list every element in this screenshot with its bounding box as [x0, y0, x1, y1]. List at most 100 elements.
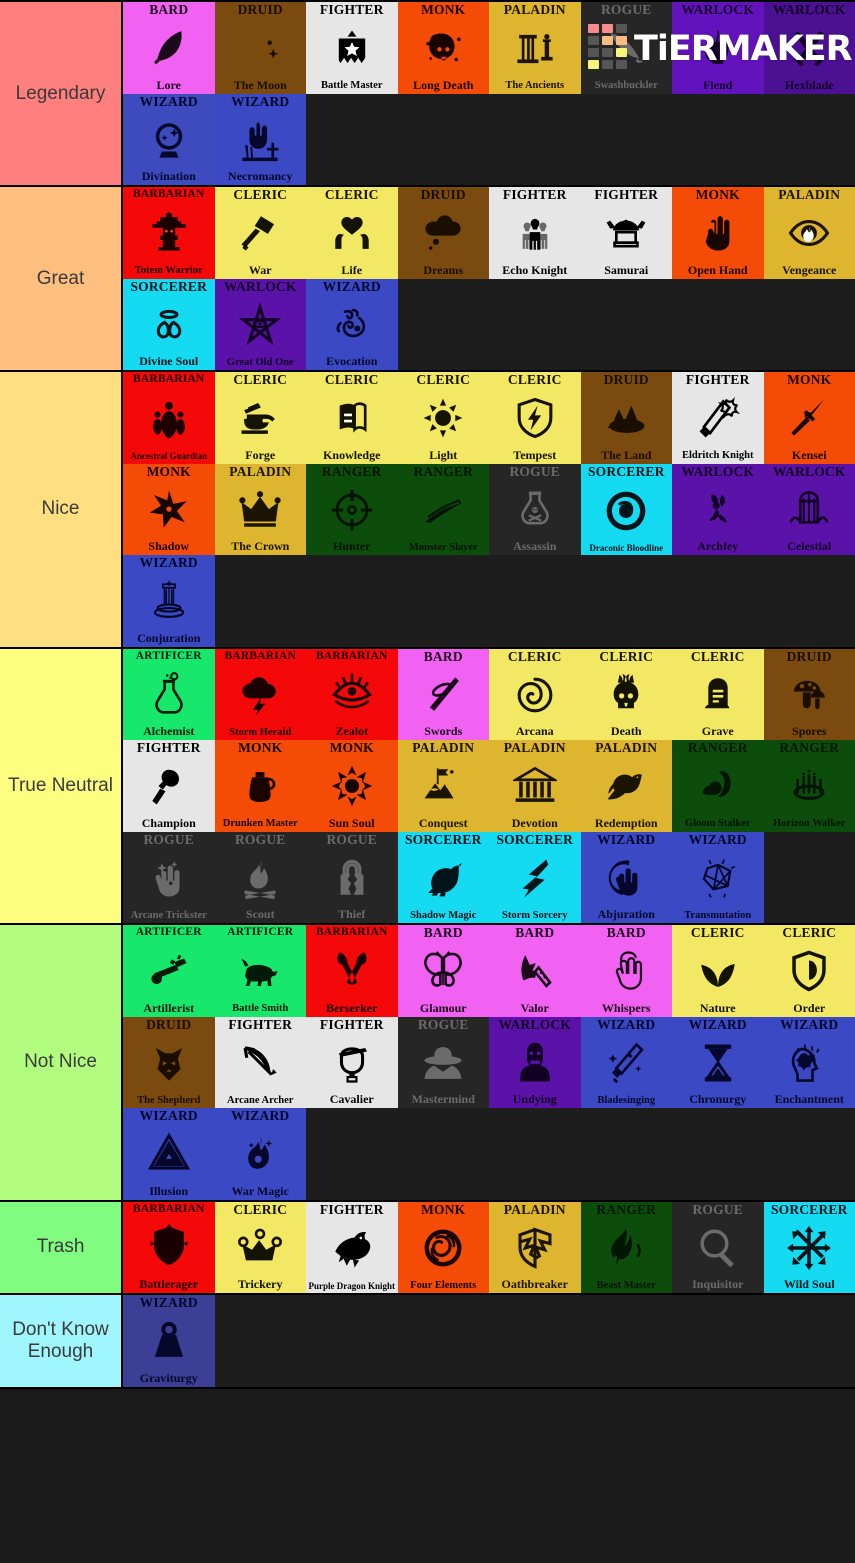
- subclass-card[interactable]: WIZARD Transmutation: [672, 831, 764, 923]
- tier-label-true-neutral[interactable]: True Neutral: [0, 648, 123, 923]
- subclass-card[interactable]: WIZARD Chronurgy: [672, 1016, 764, 1108]
- subclass-card[interactable]: FIGHTER Cavalier: [306, 1016, 398, 1108]
- subclass-card[interactable]: ARTIFICER Battle Smith: [214, 925, 306, 1017]
- subclass-card[interactable]: ROGUE Inquisitor: [672, 1201, 764, 1293]
- subclass-card[interactable]: WARLOCK Celestial: [763, 463, 855, 555]
- subclass-card[interactable]: FIGHTER Echo Knight: [489, 187, 581, 279]
- subclass-card[interactable]: BARD Lore: [123, 2, 215, 94]
- subclass-card[interactable]: WIZARD Conjuration: [123, 555, 215, 647]
- subclass-card[interactable]: PALADIN Conquest: [397, 740, 489, 832]
- subclass-card[interactable]: DRUID Dreams: [397, 187, 489, 279]
- subclass-card[interactable]: FIGHTER Arcane Archer: [214, 1016, 306, 1108]
- subclass-card[interactable]: BARBARIAN Battlerager: [123, 1201, 215, 1293]
- subclass-card[interactable]: ROGUE Swashbuckler: [580, 2, 672, 94]
- subclass-card[interactable]: WIZARD Abjuration: [580, 831, 673, 923]
- subclass-card[interactable]: WIZARD Graviturgy: [123, 1295, 215, 1387]
- subclass-card[interactable]: FIGHTER Battle Master: [306, 2, 398, 94]
- subclass-card[interactable]: FIGHTER Purple Dragon Knight: [306, 1201, 398, 1293]
- subclass-card[interactable]: BARBARIAN Ancestral Guardian: [123, 372, 215, 464]
- subclass-card[interactable]: DRUID The Moon: [214, 2, 306, 94]
- subclass-card[interactable]: DRUID Spores: [763, 648, 855, 740]
- subclass-card[interactable]: ARTIFICER Artillerist: [123, 925, 215, 1017]
- subclass-card[interactable]: BARBARIAN Zealot: [306, 648, 398, 740]
- subclass-card[interactable]: WARLOCK Archfey: [672, 463, 764, 555]
- subclass-card[interactable]: WIZARD War Magic: [214, 1108, 306, 1200]
- subclass-card[interactable]: ROGUE Assassin: [489, 463, 581, 555]
- subclass-card[interactable]: MONK Sun Soul: [306, 740, 398, 832]
- subclass-card[interactable]: ROGUE Arcane Trickster: [123, 831, 215, 923]
- subclass-card[interactable]: DRUID The Shepherd: [123, 1016, 215, 1108]
- subclass-card[interactable]: RANGER Monster Slayer: [397, 463, 489, 555]
- subclass-card[interactable]: RANGER Gloom Stalker: [672, 740, 764, 832]
- subclass-card[interactable]: WIZARD Evocation: [306, 278, 398, 370]
- subclass-card[interactable]: CLERIC Tempest: [489, 372, 581, 464]
- tier-label-nice[interactable]: Nice: [0, 372, 123, 647]
- subclass-card[interactable]: WARLOCK Fiend: [672, 2, 764, 94]
- subclass-card[interactable]: MONK Open Hand: [672, 187, 764, 279]
- subclass-card[interactable]: RANGER Horizon Walker: [763, 740, 855, 832]
- subclass-card[interactable]: WIZARD Illusion: [123, 1108, 215, 1200]
- subclass-card[interactable]: BARD Swords: [397, 648, 489, 740]
- subclass-card[interactable]: BARD Valor: [489, 925, 581, 1017]
- subclass-card[interactable]: ROGUE Thief: [306, 831, 398, 923]
- subclass-card[interactable]: FIGHTER Champion: [123, 740, 215, 832]
- subclass-card[interactable]: WIZARD Divination: [123, 93, 215, 185]
- tier-label-not-nice[interactable]: Not Nice: [0, 925, 123, 1200]
- subclass-card[interactable]: PALADIN The Ancients: [489, 2, 581, 94]
- subclass-card[interactable]: PALADIN Vengeance: [763, 187, 855, 279]
- subclass-card[interactable]: ROGUE Mastermind: [397, 1016, 489, 1108]
- subclass-card[interactable]: SORCERER Draconic Bloodline: [580, 463, 672, 555]
- card-subclass-name: Bladesinging: [597, 1094, 656, 1106]
- subclass-card[interactable]: CLERIC Forge: [214, 372, 306, 464]
- subclass-card[interactable]: WIZARD Necromancy: [214, 93, 306, 185]
- subclass-card[interactable]: MONK Drunken Master: [214, 740, 306, 832]
- subclass-card[interactable]: CLERIC Knowledge: [306, 372, 398, 464]
- subclass-card[interactable]: CLERIC Death: [580, 648, 672, 740]
- subclass-card[interactable]: CLERIC Light: [397, 372, 489, 464]
- subclass-card[interactable]: RANGER Beast Master: [580, 1201, 672, 1293]
- subclass-card[interactable]: SORCERER Shadow Magic: [397, 831, 489, 923]
- subclass-card[interactable]: MONK Four Elements: [397, 1201, 489, 1293]
- subclass-card[interactable]: PALADIN Devotion: [489, 740, 581, 832]
- subclass-card[interactable]: MONK Kensei: [763, 372, 855, 464]
- subclass-card[interactable]: WARLOCK Great Old One: [214, 278, 306, 370]
- subclass-card[interactable]: SORCERER Storm Sorcery: [489, 831, 581, 923]
- subclass-card[interactable]: BARD Glamour: [397, 925, 490, 1017]
- subclass-card[interactable]: FIGHTER Eldritch Knight: [672, 372, 764, 464]
- subclass-card[interactable]: PALADIN The Crown: [214, 463, 306, 555]
- subclass-card[interactable]: CLERIC War: [214, 187, 306, 279]
- tier-label-trash[interactable]: Trash: [0, 1201, 123, 1293]
- subclass-card[interactable]: PALADIN Oathbreaker: [489, 1201, 581, 1293]
- subclass-card[interactable]: WARLOCK Hexblade: [763, 2, 855, 94]
- subclass-card[interactable]: CLERIC Trickery: [214, 1201, 306, 1293]
- tier-label-legendary[interactable]: Legendary: [0, 2, 123, 185]
- subclass-card[interactable]: CLERIC Nature: [672, 925, 764, 1017]
- subclass-card[interactable]: DRUID The Land: [580, 372, 672, 464]
- subclass-card[interactable]: BARD Whispers: [580, 925, 672, 1017]
- subclass-card[interactable]: MONK Shadow: [123, 463, 215, 555]
- subclass-card[interactable]: SORCERER Divine Soul: [123, 278, 215, 370]
- butterfly-icon: [398, 940, 490, 1002]
- subclass-card[interactable]: BARBARIAN Berserker: [306, 925, 398, 1017]
- subclass-card[interactable]: CLERIC Order: [763, 925, 855, 1017]
- tier-label-great[interactable]: Great: [0, 187, 123, 370]
- subclass-card[interactable]: FIGHTER Samurai: [580, 187, 672, 279]
- subclass-card[interactable]: CLERIC Life: [306, 187, 398, 279]
- subclass-card[interactable]: WARLOCK Undying: [489, 1016, 581, 1108]
- warding-hand-icon: [581, 847, 673, 909]
- card-class-name: CLERIC: [233, 1201, 288, 1217]
- tier-label-don-t-know-enough[interactable]: Don't Know Enough: [0, 1295, 123, 1387]
- subclass-card[interactable]: RANGER Hunter: [306, 463, 398, 555]
- subclass-card[interactable]: CLERIC Grave: [672, 648, 764, 740]
- subclass-card[interactable]: SORCERER Wild Soul: [763, 1201, 855, 1293]
- subclass-card[interactable]: WIZARD Enchantment: [763, 1016, 855, 1108]
- card-subclass-name: Beast Master: [596, 1279, 656, 1291]
- subclass-card[interactable]: MONK Long Death: [397, 2, 489, 94]
- subclass-card[interactable]: ARTIFICER Alchemist: [123, 648, 215, 740]
- subclass-card[interactable]: ROGUE Scout: [214, 831, 306, 923]
- subclass-card[interactable]: BARBARIAN Storm Herald: [214, 648, 306, 740]
- subclass-card[interactable]: CLERIC Arcana: [489, 648, 581, 740]
- subclass-card[interactable]: PALADIN Redemption: [580, 740, 672, 832]
- subclass-card[interactable]: BARBARIAN Totem Warrior: [123, 187, 215, 279]
- subclass-card[interactable]: WIZARD Bladesinging: [580, 1016, 672, 1108]
